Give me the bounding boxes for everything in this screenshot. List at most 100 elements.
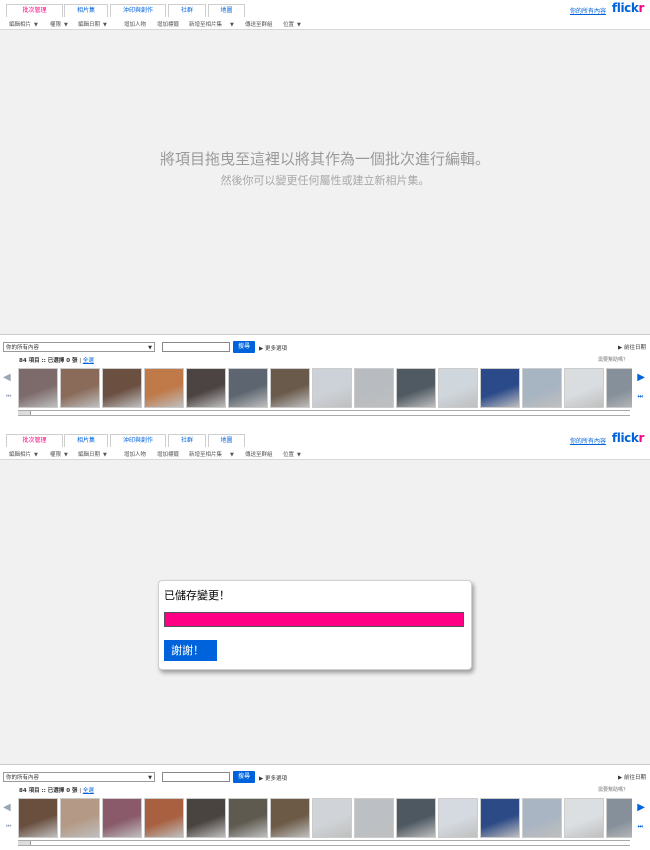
search-button[interactable]: 搜尋	[233, 341, 255, 353]
content-filter-select[interactable]: 你的所有內容 ▼	[3, 342, 155, 352]
photo-thumbnail[interactable]	[564, 798, 604, 838]
menu-edit-dates[interactable]: 編輯日期 ▼	[78, 20, 107, 28]
goto-date-toggle[interactable]: ▶ 前往日期	[618, 343, 646, 351]
tab-map[interactable]: 地圖	[208, 434, 245, 447]
photo-thumbnail[interactable]	[480, 798, 520, 838]
tab-community[interactable]: 社群	[168, 434, 206, 447]
select-all-link[interactable]: 全選	[83, 358, 94, 364]
chevron-down-icon: ▼	[230, 452, 234, 458]
tab-sets[interactable]: 相片集	[64, 434, 108, 447]
scroll-to-start-icon[interactable]: ⏮	[6, 393, 11, 401]
scroll-to-start-icon[interactable]: ⏮	[6, 823, 11, 831]
strip-scrollbar[interactable]	[18, 410, 630, 416]
photo-thumbnail[interactable]	[60, 798, 100, 838]
photo-thumbnail[interactable]	[60, 368, 100, 408]
help-link[interactable]: 需要幫助嗎？	[598, 786, 628, 793]
scroll-to-end-icon[interactable]: ⏭	[638, 393, 643, 401]
menu-add-to-set[interactable]: 新增至相片集 ▼	[189, 450, 234, 458]
photo-thumbnail[interactable]	[312, 368, 352, 408]
menu-edit-dates[interactable]: 編輯日期 ▼	[78, 450, 107, 458]
photo-thumbnail[interactable]	[438, 798, 478, 838]
photo-thumbnail[interactable]	[270, 368, 310, 408]
tab-sets[interactable]: 相片集	[64, 4, 108, 17]
photo-thumbnail[interactable]	[144, 798, 184, 838]
more-options-toggle[interactable]: ▶ 更多選項	[259, 344, 287, 352]
menu-location[interactable]: 位置 ▼	[283, 20, 301, 28]
batch-drop-area[interactable]: 已儲存變更！ 謝謝！	[0, 460, 650, 764]
menu-add-people[interactable]: 增加人物	[124, 450, 146, 458]
more-options-toggle[interactable]: ▶ 更多選項	[259, 774, 287, 782]
photo-thumbnail[interactable]	[480, 368, 520, 408]
search-input[interactable]	[162, 342, 230, 352]
photo-thumbnail[interactable]	[564, 368, 604, 408]
photo-thumbnail[interactable]	[228, 368, 268, 408]
menu-add-to-set[interactable]: 新增至相片集 ▼	[189, 20, 234, 28]
chevron-down-icon: ▼	[297, 22, 301, 28]
scroll-left-arrow-icon[interactable]: ◀	[3, 372, 11, 383]
tab-community[interactable]: 社群	[168, 4, 206, 17]
photo-thumbnail[interactable]	[144, 368, 184, 408]
content-filter-select[interactable]: 你的所有內容 ▼	[3, 772, 155, 782]
menu-edit-photos-label: 編輯相片	[9, 452, 32, 458]
search-button[interactable]: 搜尋	[233, 771, 255, 783]
photo-thumbnail[interactable]	[270, 798, 310, 838]
photo-thumbnail[interactable]	[18, 798, 58, 838]
photo-thumbnail[interactable]	[354, 798, 394, 838]
scroll-to-end-icon[interactable]: ⏭	[638, 823, 643, 831]
menu-send-to-group[interactable]: 傳送至群組	[245, 450, 273, 458]
scrollbar-thumb[interactable]	[18, 411, 31, 415]
batch-drop-area[interactable]: 將項目拖曳至這裡以將其作為一個批次進行編輯。 然後你可以變更任何屬性或建立新相片…	[0, 30, 650, 334]
tab-print-create[interactable]: 沖印與創作	[110, 4, 166, 17]
photo-thumbnail[interactable]	[606, 368, 632, 408]
tab-map[interactable]: 地圖	[208, 4, 245, 17]
menu-edit-photos[interactable]: 編輯相片 ▼	[9, 20, 38, 28]
photo-thumbnail[interactable]	[186, 368, 226, 408]
chevron-down-icon: ▼	[64, 452, 68, 458]
logo-r-text: r	[638, 1, 644, 15]
photo-thumbnail[interactable]	[354, 368, 394, 408]
menu-add-tags[interactable]: 增加標籤	[157, 20, 179, 28]
select-all-link[interactable]: 全選	[83, 788, 94, 794]
photo-thumbnail[interactable]	[606, 798, 632, 838]
photo-browser: 你的所有內容 ▼ 搜尋 ▶ 更多選項 ▶ 前往日期 84 項目 :: 已選擇 0 …	[0, 764, 650, 850]
thumbnail-strip	[18, 367, 632, 409]
scroll-right-arrow-icon[interactable]: ▶	[637, 802, 645, 813]
strip-scrollbar[interactable]	[18, 840, 630, 846]
search-input[interactable]	[162, 772, 230, 782]
photo-thumbnail[interactable]	[438, 368, 478, 408]
menu-add-people[interactable]: 增加人物	[124, 20, 146, 28]
photo-thumbnail[interactable]	[522, 798, 562, 838]
your-content-link[interactable]: 你的所有內容	[570, 6, 606, 15]
scroll-left-arrow-icon[interactable]: ◀	[3, 802, 11, 813]
goto-date-toggle[interactable]: ▶ 前往日期	[618, 773, 646, 781]
photo-thumbnail[interactable]	[18, 368, 58, 408]
photo-thumbnail[interactable]	[396, 798, 436, 838]
scroll-right-arrow-icon[interactable]: ▶	[637, 372, 645, 383]
tab-batch-organize[interactable]: 批次管理	[6, 434, 63, 447]
photo-thumbnail[interactable]	[522, 368, 562, 408]
photo-thumbnail[interactable]	[102, 798, 142, 838]
triangle-right-icon: ▶	[259, 776, 264, 782]
flickr-logo[interactable]: flickr	[612, 431, 644, 445]
help-link[interactable]: 需要幫助嗎？	[598, 356, 628, 363]
menu-add-to-set-label: 新增至相片集	[189, 22, 223, 28]
tab-batch-organize[interactable]: 批次管理	[6, 4, 63, 17]
photo-thumbnail[interactable]	[186, 798, 226, 838]
tab-print-create[interactable]: 沖印與創作	[110, 434, 166, 447]
menu-permissions[interactable]: 權限 ▼	[50, 20, 68, 28]
menu-permissions[interactable]: 權限 ▼	[50, 450, 68, 458]
photo-thumbnail[interactable]	[228, 798, 268, 838]
menu-location[interactable]: 位置 ▼	[283, 450, 301, 458]
menu-edit-photos[interactable]: 編輯相片 ▼	[9, 450, 38, 458]
photo-thumbnail[interactable]	[312, 798, 352, 838]
drop-instruction: 將項目拖曳至這裡以將其作為一個批次進行編輯。	[159, 150, 490, 168]
thanks-button[interactable]: 謝謝！	[164, 640, 217, 661]
menu-send-to-group[interactable]: 傳送至群組	[245, 20, 273, 28]
your-content-link[interactable]: 你的所有內容	[570, 436, 606, 445]
scrollbar-thumb[interactable]	[18, 841, 31, 845]
logo-main-text: flick	[611, 1, 639, 15]
photo-thumbnail[interactable]	[102, 368, 142, 408]
flickr-logo[interactable]: flickr	[612, 1, 644, 15]
menu-add-tags[interactable]: 增加標籤	[157, 450, 179, 458]
photo-thumbnail[interactable]	[396, 368, 436, 408]
